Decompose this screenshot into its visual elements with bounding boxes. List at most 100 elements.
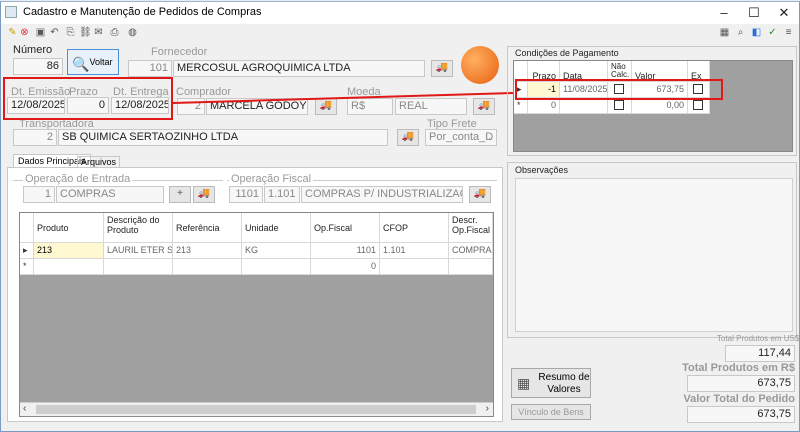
pag-cell-valor[interactable]: 0,00	[632, 98, 688, 114]
cell-op-fiscal[interactable]: 1101	[311, 243, 380, 259]
menu-icon[interactable]: ≡	[783, 27, 794, 38]
link-icon[interactable]: ⛓	[79, 27, 92, 38]
attach-icon[interactable]: ✉	[93, 27, 104, 38]
status-orb	[461, 46, 499, 84]
numero-label: Número	[13, 44, 53, 56]
add-icon[interactable]: +	[169, 186, 191, 203]
observacoes-textarea[interactable]	[515, 178, 793, 332]
vinculo-bens-button[interactable]: Vínculo de Bens	[511, 404, 591, 420]
resumo-valores-label: Resumo de Valores	[538, 372, 590, 395]
pag-cell-prazo[interactable]: 0	[528, 98, 560, 114]
total-rs-label: Total Produtos em R$	[682, 362, 795, 374]
col-descricao[interactable]: Descrição do Produto	[104, 213, 173, 243]
operacao-fiscal-cfop[interactable]: 1.101	[264, 186, 300, 203]
numero-field[interactable]: 86	[13, 58, 63, 75]
operacao-entrada-code[interactable]: 1	[23, 186, 55, 203]
print-icon[interactable]: ⎙	[109, 27, 120, 38]
transportadora-lookup-icon[interactable]: 🚚	[397, 129, 419, 146]
cell-referencia[interactable]	[173, 259, 242, 275]
toolbar: ✎ ⊗ ▣ ↶ ⎘ ⛓ ✉ ⎙ ◍ ▦ ⌕ ◧ ✓ ≡	[1, 25, 799, 41]
total-us-value: 117,44	[725, 345, 795, 362]
app-icon	[5, 6, 17, 18]
pag-cell-nao-calc[interactable]	[608, 98, 632, 114]
save-icon[interactable]: ▣	[35, 27, 46, 38]
maximize-button[interactable]: ☐	[739, 2, 769, 24]
pag-cell-ex[interactable]	[688, 98, 710, 114]
check-icon[interactable]: ✓	[767, 27, 778, 38]
voltar-label: Voltar	[89, 57, 113, 67]
table-icon: ▦	[517, 375, 531, 391]
total-pedido-label: Valor Total do Pedido	[683, 393, 795, 405]
fornecedor-lookup-icon[interactable]: 🚚	[431, 60, 453, 77]
search-icon[interactable]: ⌕	[735, 27, 746, 38]
fornecedor-label: Fornecedor	[151, 46, 208, 58]
col-referencia[interactable]: Referência	[173, 213, 242, 243]
order-window: Cadastro e Manutenção de Pedidos de Comp…	[0, 1, 800, 432]
highlight-box-dates	[3, 77, 173, 120]
cell-referencia[interactable]: 213	[173, 243, 242, 259]
highlight-box-pagamento	[515, 79, 723, 100]
cell-descr-op-fiscal[interactable]: COMPRAS P...	[449, 243, 493, 259]
cell-descricao[interactable]	[104, 259, 173, 275]
total-rs-value: 673,75	[687, 375, 795, 392]
ex-checkbox[interactable]	[693, 100, 703, 110]
tipo-frete-select[interactable]: Por_conta_D ⌄	[425, 129, 497, 146]
cell-produto[interactable]: 213	[34, 243, 104, 259]
voltar-button[interactable]: 🔍 Voltar	[67, 49, 119, 75]
chevron-down-icon: ⌄	[487, 133, 494, 142]
col-cfop[interactable]: CFOP	[380, 213, 449, 243]
cell-produto[interactable]	[34, 259, 104, 275]
highlight-arrow	[172, 88, 521, 104]
pag-cell-data[interactable]	[560, 98, 608, 114]
total-pedido-value: 673,75	[687, 406, 795, 423]
total-us-label: Total Produtos em US$	[717, 334, 800, 343]
cell-descricao[interactable]: LAURIL ETER S...	[104, 243, 173, 259]
row-indicator-icon: ▸	[20, 243, 34, 259]
help-icon[interactable]: ◍	[127, 27, 138, 38]
col-op-fiscal[interactable]: Op.Fiscal	[311, 213, 380, 243]
fornecedor-code[interactable]: 101	[128, 60, 172, 77]
operacao-fiscal-name[interactable]: COMPRAS P/ INDUSTRIALIZACAO	[301, 186, 463, 203]
transportadora-code[interactable]: 2	[13, 129, 57, 146]
operacao-entrada-label: Operação de Entrada	[23, 173, 133, 185]
col-descr-op-fiscal[interactable]: Descr. Op.Fiscal	[449, 213, 493, 243]
fornecedor-name[interactable]: MERCOSUL AGROQUIMICA LTDA	[173, 60, 425, 77]
copy-icon[interactable]: ⎘	[65, 27, 76, 38]
minimize-button[interactable]: –	[709, 2, 739, 24]
pag-new-row-icon: *	[514, 98, 528, 114]
operacao-entrada-lookup-icon[interactable]: 🚚	[193, 186, 215, 203]
cell-unidade[interactable]: KG	[242, 243, 311, 259]
cell-cfop[interactable]: 1.101	[380, 243, 449, 259]
operacao-entrada-name[interactable]: COMPRAS	[56, 186, 164, 203]
nao-calc-checkbox[interactable]	[614, 100, 624, 110]
cell-descr-op-fiscal[interactable]	[449, 259, 493, 275]
cell-cfop[interactable]	[380, 259, 449, 275]
col-unidade[interactable]: Unidade	[242, 213, 311, 243]
close-button[interactable]: ✕	[769, 2, 799, 24]
grid-settings-icon[interactable]: ▦	[719, 27, 730, 38]
transportadora-name[interactable]: SB QUIMICA SERTAOZINHO LTDA	[58, 129, 388, 146]
scroll-left-icon[interactable]: ‹	[23, 403, 26, 414]
cancel-icon[interactable]: ⊗	[19, 27, 30, 38]
scroll-right-icon[interactable]: ›	[486, 403, 489, 414]
observacoes-title: Observações	[515, 165, 569, 175]
grid-corner	[20, 213, 34, 243]
operacao-fiscal-lookup-icon[interactable]: 🚚	[469, 186, 491, 203]
resumo-valores-button[interactable]: ▦ Resumo de Valores	[511, 368, 591, 398]
new-row-icon: *	[20, 259, 34, 275]
window-icon[interactable]: ◧	[751, 27, 762, 38]
operacao-fiscal-code[interactable]: 1101	[229, 186, 263, 203]
operacao-fiscal-label: Operação Fiscal	[229, 173, 314, 185]
undo-icon[interactable]: ↶	[49, 27, 60, 38]
pagamento-title: Condições de Pagamento	[515, 48, 619, 58]
col-produto[interactable]: Produto	[34, 213, 104, 243]
tipo-frete-value: Por_conta_D	[429, 131, 494, 143]
cell-unidade[interactable]	[242, 259, 311, 275]
scroll-thumb[interactable]	[36, 405, 476, 414]
horizontal-scrollbar[interactable]: ‹ ›	[20, 402, 493, 416]
window-title: Cadastro e Manutenção de Pedidos de Comp…	[23, 6, 262, 18]
cell-op-fiscal[interactable]: 0	[311, 259, 380, 275]
magnifier-icon: 🔍	[72, 56, 90, 72]
edit-icon[interactable]: ✎	[7, 27, 18, 38]
title-bar: Cadastro e Manutenção de Pedidos de Comp…	[1, 2, 799, 24]
